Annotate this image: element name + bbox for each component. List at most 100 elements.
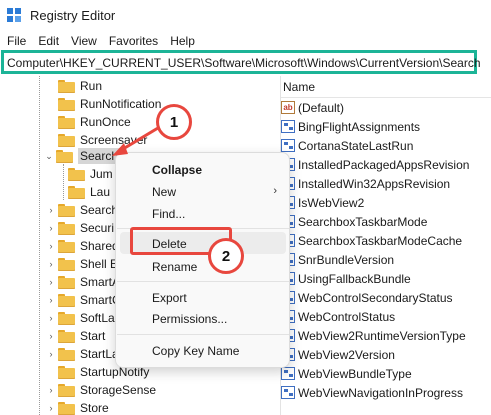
folder-icon [58, 115, 75, 129]
chevron-down-icon[interactable]: ⌄ [44, 151, 54, 162]
value-row[interactable]: WebView2RuntimeVersionType [281, 326, 466, 345]
folder-icon [68, 185, 85, 199]
menu-item-collapse[interactable]: Collapse [152, 163, 202, 177]
tree-item-jumplist[interactable]: Jum [68, 164, 113, 184]
tree-item-softla[interactable]: › SoftLa [46, 308, 115, 328]
tree-item-security[interactable]: › Securi [46, 218, 115, 238]
tree-item-smarta[interactable]: › SmartA [46, 272, 121, 292]
tree-item-label: RunNotification [80, 97, 162, 111]
folder-icon [58, 257, 75, 271]
chevron-right-icon[interactable]: › [46, 241, 56, 251]
folder-icon [58, 203, 75, 217]
value-name: WebControlSecondaryStatus [298, 290, 453, 305]
folder-icon [58, 365, 75, 379]
menu-view[interactable]: View [65, 32, 103, 50]
tree-item-shared[interactable]: › Shared [46, 236, 119, 256]
menu-file[interactable]: File [0, 32, 32, 50]
value-row[interactable]: WebControlStatus [281, 307, 395, 326]
tree-item-run[interactable]: Run [46, 76, 102, 96]
tree-item-search2[interactable]: › Search [46, 200, 119, 220]
menu-bar: File Edit View Favorites Help [0, 32, 491, 50]
tree-item-runonce[interactable]: RunOnce [46, 112, 131, 132]
menu-item-export[interactable]: Export [152, 291, 187, 305]
chevron-right-icon[interactable]: › [46, 205, 56, 215]
value-name: WebControlStatus [298, 309, 396, 324]
folder-icon [58, 79, 75, 93]
chevron-right-icon[interactable]: › [46, 403, 56, 413]
tree-item-label: Securi [80, 221, 115, 235]
menu-item-copy-key-name[interactable]: Copy Key Name [152, 344, 239, 358]
tree-item-label: Store [80, 401, 109, 415]
tree-item-label: Start [80, 329, 106, 343]
values-pane: Name ab (Default) BingFlightAssignments … [281, 76, 491, 415]
value-name: BingFlightAssignments [298, 119, 421, 134]
value-name: WebViewNavigationInProgress [298, 385, 463, 400]
tree-guide-line [39, 76, 40, 415]
menu-separator [117, 334, 289, 335]
value-row[interactable]: SearchboxTaskbarModeCache [281, 231, 462, 250]
tree-item-label: Jum [90, 167, 113, 181]
tree-item-startla[interactable]: › StartLa [46, 344, 119, 364]
tree-item-runnotification[interactable]: RunNotification [46, 94, 161, 114]
value-row[interactable]: SnrBundleVersion [281, 250, 394, 269]
name-column-header[interactable]: Name [281, 76, 491, 98]
folder-icon [58, 97, 75, 111]
chevron-right-icon[interactable]: › [46, 313, 56, 323]
value-row[interactable]: IsWebView2 [281, 193, 364, 212]
menu-help[interactable]: Help [164, 32, 201, 50]
binary-value-icon [281, 120, 295, 133]
address-bar[interactable]: Computer\HKEY_CURRENT_USER\Software\Micr… [1, 50, 481, 74]
menu-item-rename[interactable]: Rename [152, 260, 197, 274]
value-row[interactable]: UsingFallbackBundle [281, 269, 411, 288]
value-name: SearchboxTaskbarModeCache [298, 233, 463, 248]
step-number: 1 [169, 113, 179, 131]
value-row[interactable]: SearchboxTaskbarMode [281, 212, 427, 231]
menu-favorites[interactable]: Favorites [103, 32, 164, 50]
folder-icon [56, 149, 73, 163]
menu-item-permissions[interactable]: Permissions... [152, 312, 227, 326]
step-1-callout: 1 [156, 104, 192, 140]
chevron-right-icon[interactable]: › [46, 295, 56, 305]
chevron-right-icon[interactable]: › [46, 259, 56, 269]
folder-icon [58, 221, 75, 235]
tree-item-label: SoftLa [80, 311, 115, 325]
value-row[interactable]: BingFlightAssignments [281, 117, 420, 136]
value-name: WebView2Version [298, 347, 395, 362]
menu-item-new[interactable]: New [152, 185, 176, 199]
tree-item-launch[interactable]: Lau [68, 182, 110, 202]
chevron-right-icon[interactable]: › [46, 223, 56, 233]
menu-item-find[interactable]: Find... [152, 207, 185, 221]
folder-icon [58, 133, 75, 147]
tree-item-storagesense[interactable]: › StorageSense [46, 380, 157, 400]
tree-item-smartc[interactable]: › SmartC [46, 290, 121, 310]
chevron-right-icon[interactable]: › [46, 385, 56, 395]
folder-icon [58, 329, 75, 343]
value-row[interactable]: WebView2Version [281, 345, 395, 364]
folder-icon [58, 275, 75, 289]
value-row[interactable]: WebControlSecondaryStatus [281, 288, 453, 307]
chevron-right-icon[interactable]: › [46, 277, 56, 287]
registry-editor-icon [7, 8, 21, 22]
chevron-right-icon[interactable]: › [46, 349, 56, 359]
value-name: WebView2RuntimeVersionType [298, 328, 466, 343]
value-name: InstalledPackagedAppsRevision [298, 157, 470, 172]
menu-separator [117, 281, 289, 282]
value-row[interactable]: InstalledWin32AppsRevision [281, 174, 450, 193]
value-name: InstalledWin32AppsRevision [298, 176, 451, 191]
value-row[interactable]: WebViewNavigationInProgress [281, 383, 463, 402]
value-row[interactable]: CortanaStateLastRun [281, 136, 413, 155]
menu-edit[interactable]: Edit [32, 32, 65, 50]
tree-item-shell[interactable]: › Shell E [46, 254, 119, 274]
chevron-right-icon[interactable]: › [46, 331, 56, 341]
value-row[interactable]: ab (Default) [281, 98, 344, 117]
value-row[interactable]: WebViewBundleType [281, 364, 412, 383]
tree-item-label: Shared [80, 239, 119, 253]
step-2-callout: 2 [208, 238, 244, 274]
tree-item-store[interactable]: › Store [46, 398, 109, 415]
folder-icon [68, 167, 85, 181]
folder-icon [58, 347, 75, 361]
tree-item-start[interactable]: › Start [46, 326, 106, 346]
tree-item-search-selected[interactable]: ⌄ Search [44, 146, 121, 166]
step-number: 2 [221, 247, 231, 265]
value-row[interactable]: InstalledPackagedAppsRevision [281, 155, 469, 174]
